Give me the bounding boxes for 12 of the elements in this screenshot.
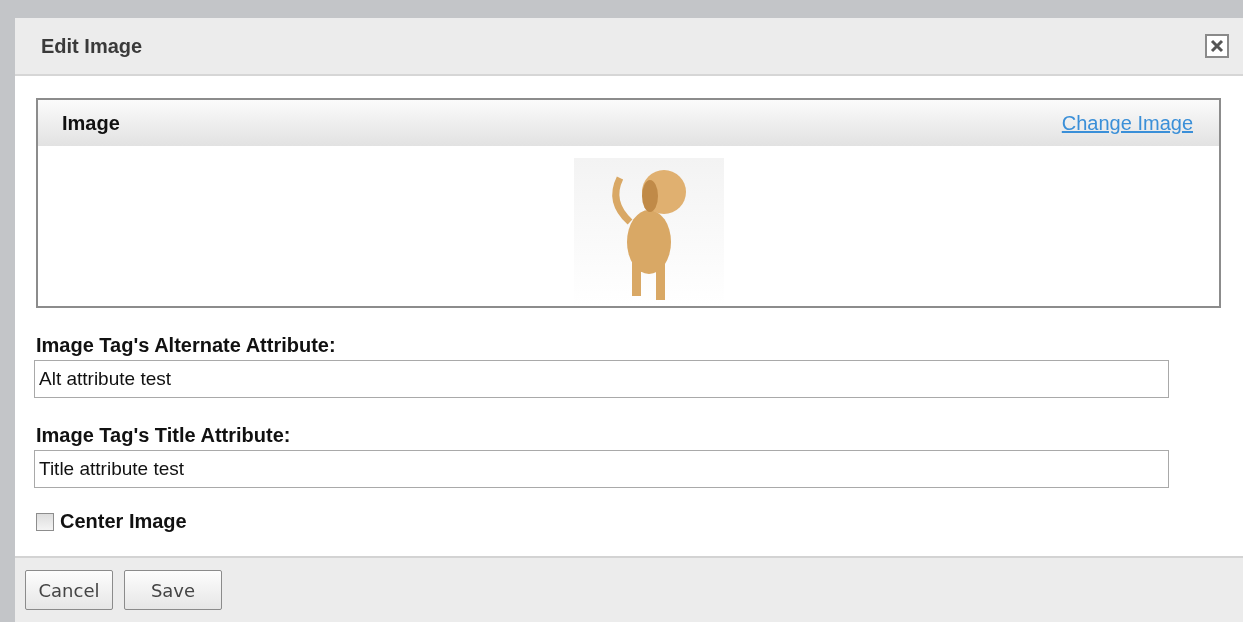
close-icon	[1210, 39, 1224, 53]
panel-title: Image	[62, 111, 120, 135]
field-label: Image Tag's Alternate Attribute:	[36, 334, 337, 357]
cancel-button[interactable]: Cancel	[25, 570, 113, 610]
field-label: Image Tag's Title Attribute:	[36, 424, 292, 447]
close-button[interactable]	[1205, 34, 1229, 58]
input-field[interactable]: Alt attribute test	[34, 360, 1169, 398]
center-image-checkbox[interactable]	[36, 512, 54, 531]
dialog-title: Edit Image	[41, 34, 143, 58]
input-field[interactable]: Title attribute test	[34, 450, 1169, 488]
save-button[interactable]: Save	[124, 570, 222, 610]
checkbox-label: Center Image	[60, 510, 187, 533]
